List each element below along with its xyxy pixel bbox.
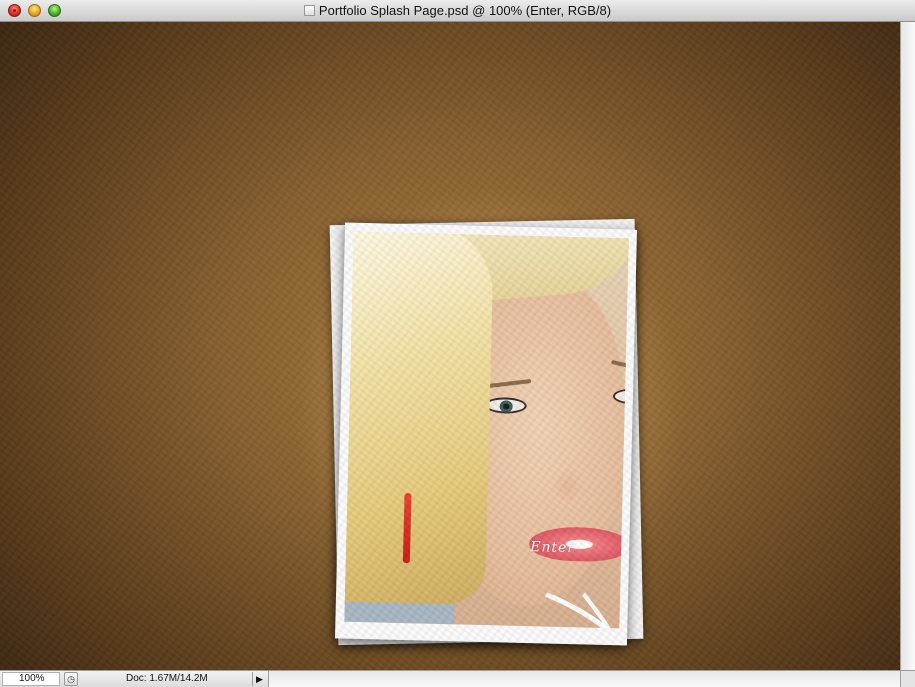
- eye-left: [484, 396, 527, 414]
- portrait-photo: Enter: [344, 231, 629, 629]
- vertical-scrollbar[interactable]: [900, 22, 915, 670]
- horizontal-scrollbar[interactable]: [268, 671, 900, 687]
- window-title: Portfolio Splash Page.psd @ 100% (Enter,…: [318, 3, 612, 18]
- enter-label[interactable]: Enter: [530, 539, 575, 556]
- red-earring: [402, 493, 412, 564]
- status-info-icon[interactable]: ◷: [64, 672, 78, 686]
- document-proxy-icon[interactable]: [303, 5, 315, 16]
- status-menu-arrow-icon[interactable]: ▶: [252, 672, 266, 686]
- window-title-container: Portfolio Splash Page.psd @ 100% (Enter,…: [0, 3, 915, 18]
- eye-right: [612, 388, 629, 406]
- status-bar: 100% ◷ Doc: 1.67M/14.2M ▶: [0, 670, 915, 687]
- enter-arrow-icon[interactable]: [544, 588, 625, 629]
- resize-grip-icon[interactable]: [900, 671, 915, 687]
- eyebrow-left: [487, 379, 532, 389]
- iris-left: [499, 400, 513, 413]
- iris-right: [627, 391, 629, 404]
- document-size-info: Doc: 1.67M/14.2M: [126, 673, 208, 684]
- face-shape: [429, 273, 629, 609]
- photoshop-document-window: Portfolio Splash Page.psd @ 100% (Enter,…: [0, 0, 915, 687]
- photo-background-patch: [344, 561, 456, 629]
- eyebrow-right: [610, 359, 629, 378]
- lips-shape: [528, 526, 629, 563]
- hair-fringe: [430, 231, 629, 305]
- document-canvas[interactable]: Enter: [0, 22, 900, 670]
- zoom-level-field[interactable]: 100%: [2, 672, 60, 686]
- nose-shape: [552, 466, 584, 502]
- title-bar[interactable]: Portfolio Splash Page.psd @ 100% (Enter,…: [0, 0, 915, 22]
- hair-side: [344, 231, 495, 606]
- photo-frame-back: [329, 218, 644, 646]
- photo-frame-front: Enter: [334, 222, 638, 646]
